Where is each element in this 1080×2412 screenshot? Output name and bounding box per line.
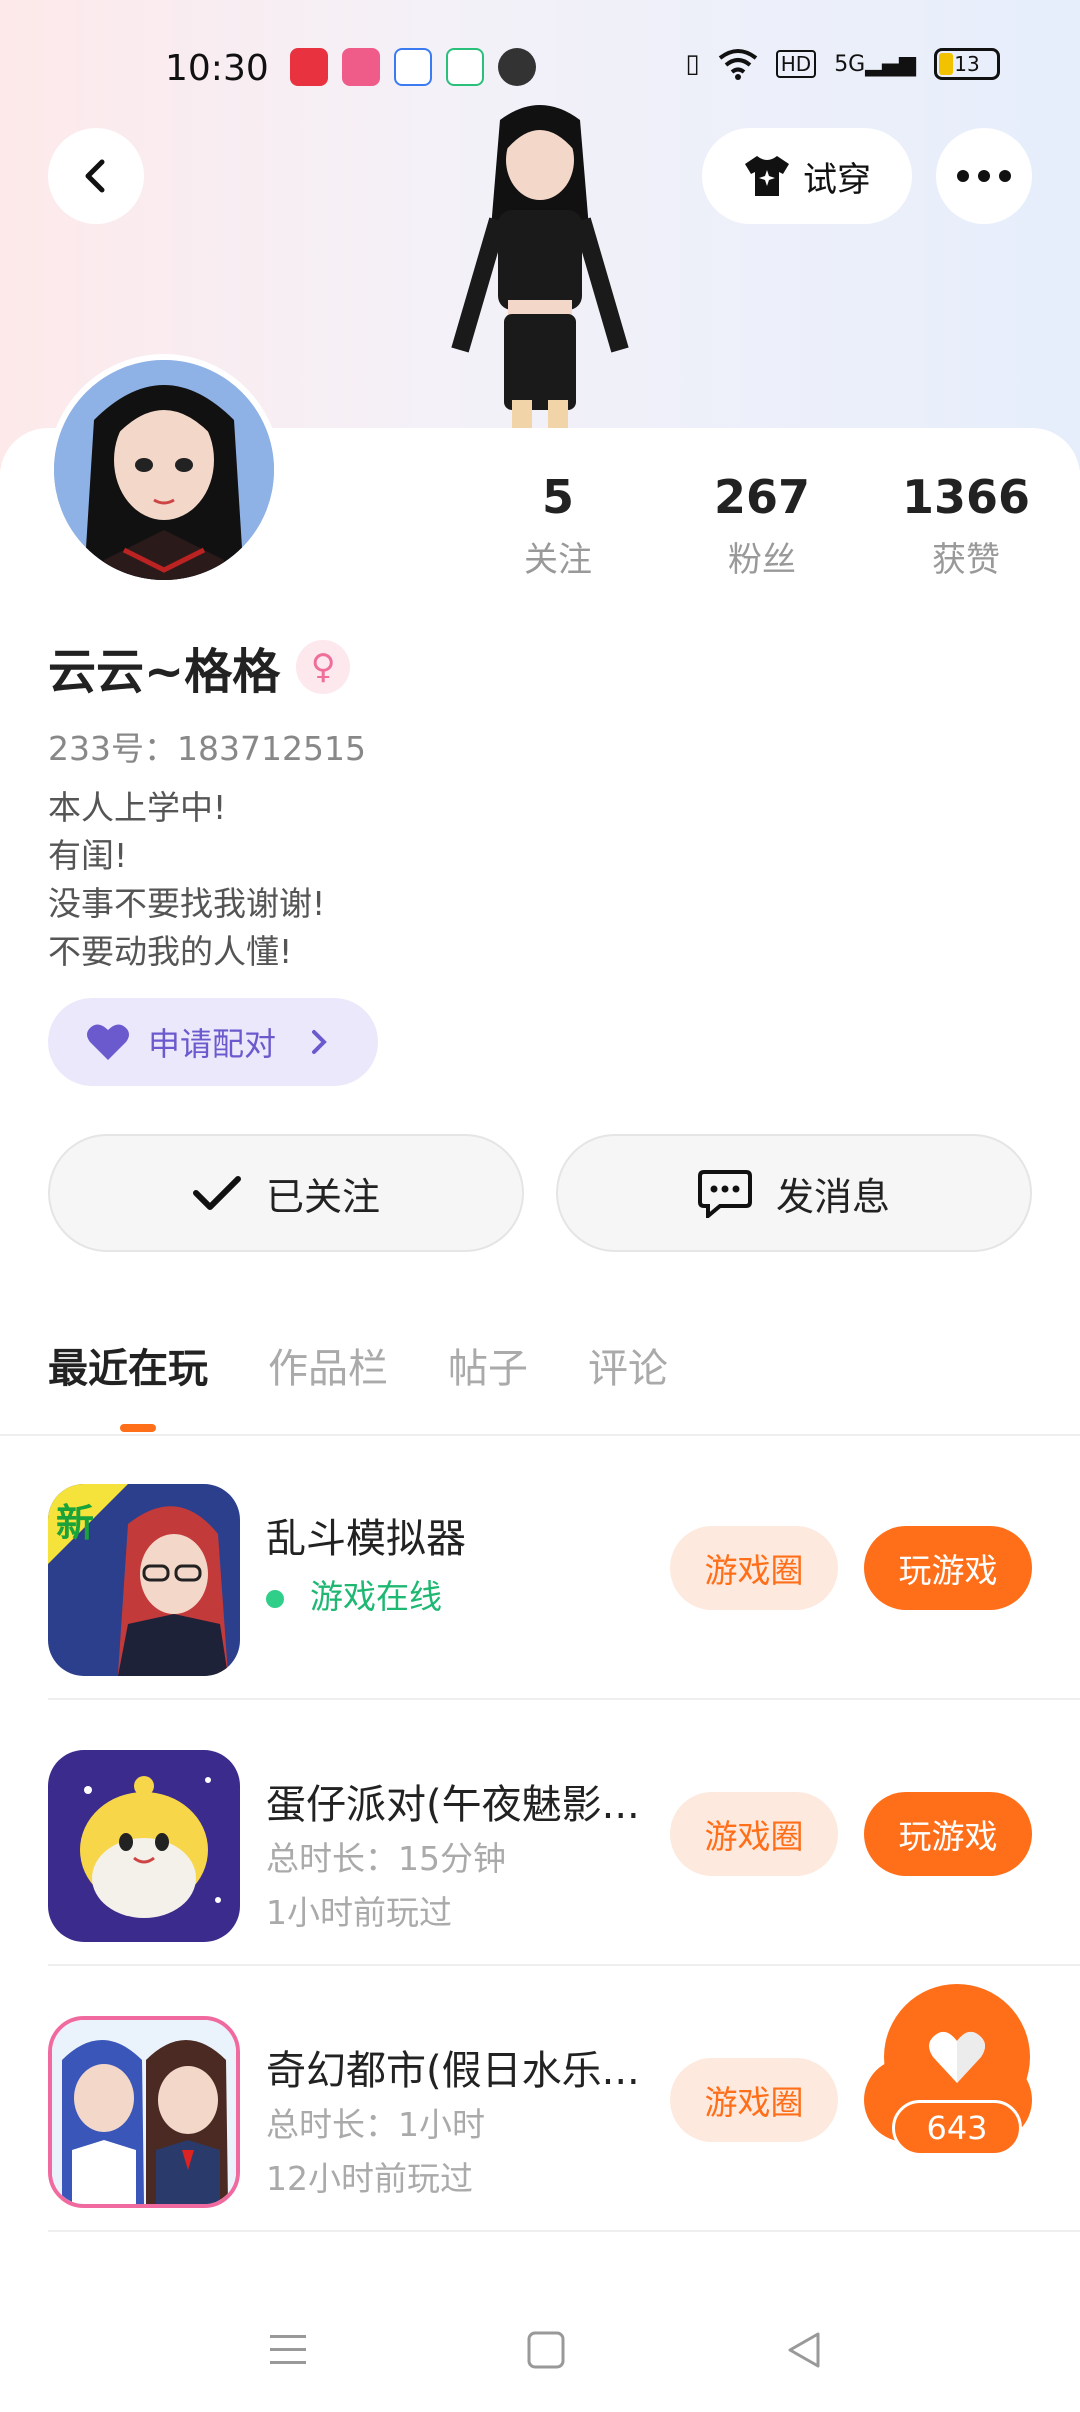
game-list-item[interactable]: 新 乱斗模拟器 游戏在线 游戏圈 玩游戏 (48, 1436, 1080, 1700)
tab-works[interactable]: 作品栏 (268, 1336, 388, 1394)
avatar-character-illustration (451, 105, 629, 430)
xiaohongshu-icon (290, 48, 328, 86)
stat-value: 1366 (901, 470, 1031, 524)
stat-label: 粉丝 (728, 540, 796, 580)
game-name: 乱斗模拟器 (266, 1516, 466, 1562)
play-game-button[interactable]: 玩游戏 (864, 1792, 1032, 1876)
game-icon (48, 1750, 240, 1942)
game-last-played: 12小时前玩过 (266, 2159, 473, 2198)
app-icon (394, 48, 432, 86)
game-circle-button[interactable]: 游戏圈 (670, 2058, 838, 2142)
game-icon: 新 (48, 1484, 240, 1676)
more-dots-icon (957, 170, 1011, 182)
stat-value: 5 (541, 470, 574, 524)
bio-line: 本人上学中! (48, 788, 227, 827)
game-circle-button[interactable]: 游戏圈 (670, 1792, 838, 1876)
followed-label: 已关注 (265, 1174, 380, 1219)
try-on-label: 试穿 (803, 159, 871, 200)
notification-icons (290, 48, 536, 86)
heart-icon (929, 2031, 985, 2083)
game-playtime: 总时长：1小时 (266, 2105, 485, 2144)
back-button[interactable] (48, 128, 144, 224)
nickname-row: 云云~格格 ♀ (48, 632, 351, 702)
status-time: 10:30 (165, 48, 269, 89)
stat-following[interactable]: 5 关注 (478, 470, 638, 581)
battery-icon: 13 (934, 48, 1000, 80)
home-icon[interactable] (516, 2320, 576, 2380)
game-playtime: 总时长：15分钟 (266, 1839, 506, 1878)
like-count: 643 (892, 2100, 1022, 2156)
tab-comments[interactable]: 评论 (588, 1336, 668, 1394)
system-icons: ▯ HD 5G▂▄▆ 13 (685, 48, 1000, 80)
wifi-icon (718, 49, 757, 80)
chevron-left-icon (85, 159, 105, 193)
back-triangle-icon[interactable] (774, 2320, 834, 2380)
chevron-right-icon (312, 1030, 327, 1054)
bio-line: 没事不要找我谢谢! (48, 884, 326, 923)
divider (48, 1964, 1080, 1966)
battery-level: 13 (954, 52, 980, 76)
wechat-icon (498, 48, 536, 86)
tab-recently-played[interactable]: 最近在玩 (48, 1336, 208, 1394)
tab-indicator (120, 1424, 156, 1432)
bio: 本人上学中! 有闺! 没事不要找我谢谢! 不要动我的人懂! (48, 784, 325, 976)
hd-icon: HD (775, 50, 817, 78)
game-name: 奇幻都市(假日水乐... (266, 2048, 640, 2094)
signal-icon: 5G▂▄▆ (834, 51, 916, 77)
avatar-image (54, 360, 274, 580)
game-status: 游戏在线 (266, 1570, 442, 1618)
game-last-played: 1小时前玩过 (266, 1893, 452, 1932)
divider (48, 2230, 1080, 2232)
user-id: 233号：183712515 (48, 729, 366, 768)
network-type: 5G (834, 51, 866, 77)
game-list-item[interactable]: 蛋仔派对(午夜魅影... 总时长：15分钟 1小时前玩过 游戏圈 玩游戏 (48, 1702, 1080, 1966)
game-icon (48, 2016, 240, 2208)
stat-label: 获赞 (932, 540, 1000, 580)
new-badge: 新 (56, 1501, 94, 1545)
female-gender-icon: ♀ (296, 640, 351, 694)
play-game-button[interactable]: 玩游戏 (864, 1526, 1032, 1610)
game-circle-button[interactable]: 游戏圈 (670, 1526, 838, 1610)
followed-button[interactable]: 已关注 (48, 1134, 524, 1252)
more-button[interactable] (936, 128, 1032, 224)
game-list-item[interactable]: 奇幻都市(假日水乐... 总时长：1小时 12小时前玩过 游戏圈 玩游戏 (48, 1968, 1080, 2232)
tab-posts[interactable]: 帖子 (448, 1336, 528, 1394)
send-message-label: 发消息 (775, 1174, 890, 1219)
request-match-button[interactable]: 申请配对 (48, 998, 378, 1086)
send-message-button[interactable]: 发消息 (556, 1134, 1032, 1252)
bio-line: 不要动我的人懂! (48, 932, 293, 971)
divider (48, 1698, 1080, 1700)
vibrate-icon: ▯ (685, 49, 700, 79)
profile-tabs: 最近在玩 作品栏 帖子 评论 (48, 1336, 668, 1394)
menu-icon[interactable] (258, 2320, 318, 2380)
app-icon (342, 48, 380, 86)
stat-label: 关注 (524, 540, 592, 580)
avatar[interactable] (48, 354, 280, 586)
online-dot-icon (266, 1589, 284, 1608)
shirt-icon (745, 156, 789, 196)
heart-icon (87, 1024, 129, 1060)
stat-likes[interactable]: 1366 获赞 (886, 470, 1046, 581)
video-icon (446, 48, 484, 86)
online-status-text: 游戏在线 (310, 1577, 442, 1616)
stat-followers[interactable]: 267 粉丝 (682, 470, 842, 581)
chat-bubble-icon (697, 1170, 752, 1218)
stat-value: 267 (713, 470, 811, 524)
bio-line: 有闺! (48, 836, 128, 875)
system-navigation-bar (0, 2290, 1080, 2412)
check-icon (192, 1176, 241, 1210)
try-on-button[interactable]: 试穿 (702, 128, 912, 224)
game-name: 蛋仔派对(午夜魅影... (266, 1782, 640, 1828)
nickname: 云云~格格 (48, 644, 281, 700)
request-match-label: 申请配对 (148, 1025, 277, 1063)
